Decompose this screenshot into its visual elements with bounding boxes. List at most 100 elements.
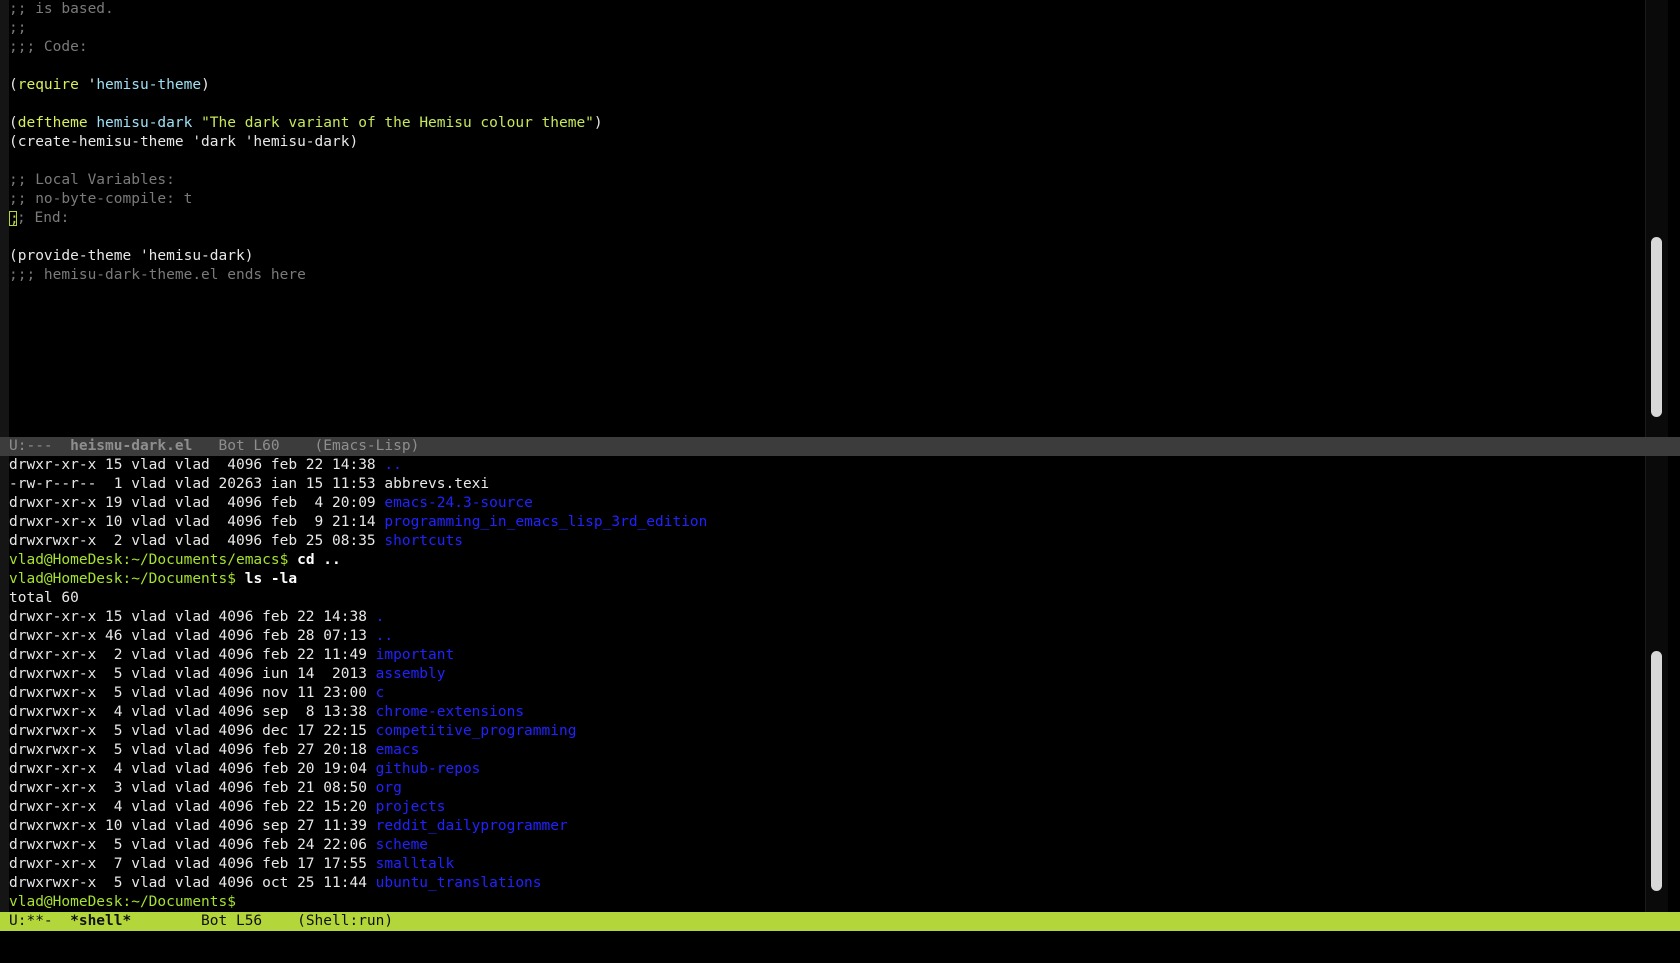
text-segment: require — [17, 77, 79, 93]
emacs-frame: ;; is based.;;;;; Code: (require 'hemisu-… — [0, 0, 1680, 963]
modeline-major-mode: (Shell:run) — [297, 913, 394, 929]
shell-line: drwxr-xr-x 15 vlad vlad 4096 feb 22 14:3… — [9, 608, 1645, 627]
text-segment: (create-hemisu-theme 'dark 'hemisu-dark) — [9, 134, 359, 150]
directory-name[interactable]: smalltalk — [376, 856, 455, 872]
comment-text: ;; no-byte-compile: t — [9, 191, 193, 207]
text-segment: ) — [201, 77, 210, 93]
code-line: (provide-theme 'hemisu-dark) — [9, 247, 1645, 266]
directory-name[interactable]: emacs-24.3-source — [384, 495, 532, 511]
text-segment: drwxr-xr-x 3 vlad vlad 4096 feb 21 08:50 — [9, 780, 376, 796]
comment-text: ; End: — [17, 210, 70, 226]
shell-line: drwxr-xr-x 10 vlad vlad 4096 feb 9 21:14… — [9, 513, 1645, 532]
modeline-buffer-name: *shell* — [70, 913, 132, 929]
text-segment: deftheme — [17, 115, 88, 131]
code-line: ;; is based. — [9, 0, 1645, 19]
modeline-bottom[interactable]: U:**- *shell* Bot L56 (Shell:run) — [0, 912, 1680, 931]
shell-line: drwxrwxr-x 5 vlad vlad 4096 dec 17 22:15… — [9, 722, 1645, 741]
directory-name[interactable]: emacs — [376, 742, 420, 758]
text-segment: ' — [78, 77, 97, 93]
comment-text: ;;; hemisu-dark-theme.el ends here — [9, 267, 306, 283]
text-segment: drwxrwxr-x 4 vlad vlad 4096 sep 8 13:38 — [9, 704, 376, 720]
code-line: ;;; hemisu-dark-theme.el ends here — [9, 266, 1645, 285]
shell-line: drwxr-xr-x 7 vlad vlad 4096 feb 17 17:55… — [9, 855, 1645, 874]
directory-name[interactable]: github-repos — [376, 761, 481, 777]
shell-pane[interactable]: drwxr-xr-x 15 vlad vlad 4096 feb 22 14:3… — [9, 456, 1645, 912]
shell-line: drwxrwxr-x 10 vlad vlad 4096 sep 27 11:3… — [9, 817, 1645, 836]
comment-text: ;; — [9, 20, 27, 36]
text-segment: total 60 — [9, 590, 79, 606]
shell-line: drwxrwxr-x 5 vlad vlad 4096 oct 25 11:44… — [9, 874, 1645, 893]
text-segment — [236, 894, 245, 910]
text-segment: drwxr-xr-x 10 vlad vlad 4096 feb 9 21:14 — [9, 514, 385, 530]
directory-name[interactable]: assembly — [376, 666, 446, 682]
shell-line: drwxrwxr-x 5 vlad vlad 4096 nov 11 23:00… — [9, 684, 1645, 703]
directory-name[interactable]: shortcuts — [384, 533, 463, 549]
shell-line: -rw-r--r-- 1 vlad vlad 20263 ian 15 11:5… — [9, 475, 1645, 494]
modeline-top[interactable]: U:--- heismu-dark.el Bot L60 (Emacs-Lisp… — [0, 437, 1680, 456]
modeline-position: Bot L56 — [131, 913, 298, 929]
text-segment: drwxr-xr-x 7 vlad vlad 4096 feb 17 17:55 — [9, 856, 376, 872]
code-line: ;; End: — [9, 209, 1645, 228]
left-fringe-top — [0, 0, 9, 437]
directory-name[interactable]: .. — [384, 457, 401, 473]
modeline-buffer-name: heismu-dark.el — [70, 438, 193, 454]
text-segment: hemisu-dark — [96, 115, 193, 131]
text-segment: drwxrwxr-x 5 vlad vlad 4096 nov 11 23:00 — [9, 685, 376, 701]
left-fringe-bottom — [0, 456, 9, 912]
text-segment: drwxr-xr-x 4 vlad vlad 4096 feb 20 19:04 — [9, 761, 376, 777]
text-segment: drwxrwxr-x 5 vlad vlad 4096 dec 17 22:15 — [9, 723, 376, 739]
shell-scrollbar-thumb[interactable] — [1651, 651, 1662, 891]
shell-line: vlad@HomeDesk:~/Documents/emacs$ cd .. — [9, 551, 1645, 570]
shell-line: drwxr-xr-x 19 vlad vlad 4096 feb 4 20:09… — [9, 494, 1645, 513]
shell-prompt: vlad@HomeDesk:~/Documents$ — [9, 571, 236, 587]
code-line: ;;; Code: — [9, 38, 1645, 57]
code-scrollbar-thumb[interactable] — [1651, 237, 1662, 417]
echo-area[interactable] — [0, 931, 1680, 963]
shell-command: cd .. — [288, 552, 341, 568]
text-segment: ) — [593, 115, 603, 131]
text-segment: drwxr-xr-x 19 vlad vlad 4096 feb 4 20:09 — [9, 495, 385, 511]
comment-text: ;; Local Variables: — [9, 172, 175, 188]
shell-prompt: vlad@HomeDesk:~/Documents$ — [9, 894, 236, 910]
text-segment: "The dark variant of the Hemisu colour t… — [201, 115, 594, 131]
shell-line: vlad@HomeDesk:~/Documents$ ls -la — [9, 570, 1645, 589]
text-cursor: ; — [9, 210, 19, 227]
directory-name[interactable]: c — [376, 685, 385, 701]
directory-name[interactable]: competitive_programming — [376, 723, 577, 739]
text-segment — [88, 115, 97, 131]
shell-prompt: vlad@HomeDesk:~/Documents/emacs$ — [9, 552, 289, 568]
code-line: ;; no-byte-compile: t — [9, 190, 1645, 209]
directory-name[interactable]: org — [376, 780, 402, 796]
shell-scrollbar[interactable] — [1645, 456, 1668, 912]
modeline-major-mode: (Emacs-Lisp) — [314, 438, 420, 454]
text-segment: ( — [9, 115, 18, 131]
shell-command: ls -la — [235, 571, 298, 587]
directory-name[interactable]: .. — [376, 628, 393, 644]
directory-name[interactable]: ubuntu_translations — [376, 875, 542, 891]
modeline-status: U:**- — [9, 913, 71, 929]
directory-name[interactable]: important — [376, 647, 455, 663]
directory-name[interactable]: chrome-extensions — [376, 704, 524, 720]
text-segment: drwxrwxr-x 10 vlad vlad 4096 sep 27 11:3… — [9, 818, 376, 834]
code-line: ;; Local Variables: — [9, 171, 1645, 190]
shell-line: drwxrwxr-x 5 vlad vlad 4096 feb 27 20:18… — [9, 741, 1645, 760]
directory-name[interactable]: . — [376, 609, 385, 625]
code-editor-pane[interactable]: ;; is based.;;;;; Code: (require 'hemisu-… — [9, 0, 1645, 437]
directory-name[interactable]: reddit_dailyprogrammer — [376, 818, 568, 834]
directory-name[interactable]: scheme — [376, 837, 428, 853]
code-line: (require 'hemisu-theme) — [9, 76, 1645, 95]
shell-line: drwxr-xr-x 4 vlad vlad 4096 feb 22 15:20… — [9, 798, 1645, 817]
modeline-position: Bot L60 — [192, 438, 315, 454]
shell-line: drwxrwxr-x 5 vlad vlad 4096 iun 14 2013 … — [9, 665, 1645, 684]
shell-line: total 60 — [9, 589, 1645, 608]
directory-name[interactable]: projects — [376, 799, 446, 815]
shell-line: drwxrwxr-x 4 vlad vlad 4096 sep 8 13:38 … — [9, 703, 1645, 722]
code-scrollbar[interactable] — [1645, 0, 1668, 437]
shell-line: drwxr-xr-x 4 vlad vlad 4096 feb 20 19:04… — [9, 760, 1645, 779]
comment-text: ;; is based. — [9, 1, 114, 17]
directory-name[interactable]: programming_in_emacs_lisp_3rd_edition — [384, 514, 707, 530]
text-segment: drwxrwxr-x 5 vlad vlad 4096 feb 24 22:06 — [9, 837, 376, 853]
text-segment: -rw-r--r-- 1 vlad vlad 20263 ian 15 11:5… — [9, 476, 490, 492]
